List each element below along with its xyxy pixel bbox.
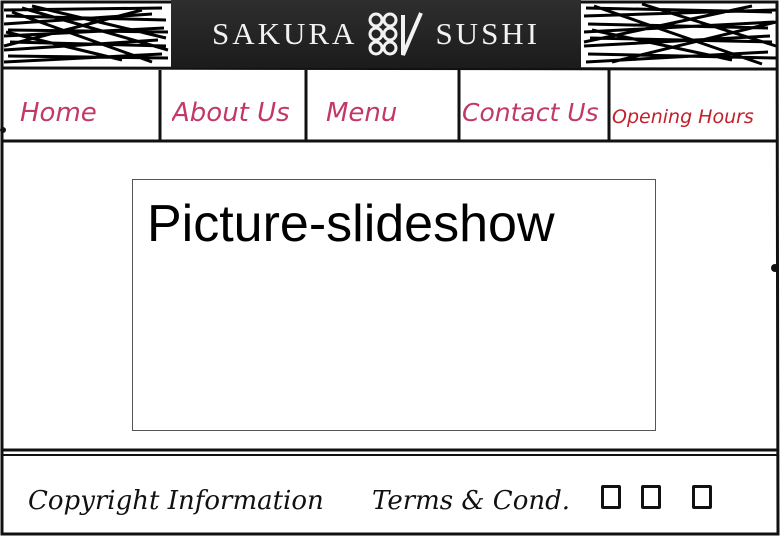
terms-link[interactable]: Terms & Cond. (372, 486, 570, 516)
logo-text-right: SUSHI (435, 16, 541, 51)
social-icon[interactable] (601, 485, 621, 509)
nav-home[interactable]: Home (20, 70, 156, 142)
nav-opening-hours[interactable]: Opening Hours (612, 70, 778, 142)
sakura-logo-icon (368, 12, 424, 56)
nav-contact-us[interactable]: Contact Us (462, 70, 608, 142)
scribble-left-icon (3, 4, 169, 64)
social-icon[interactable] (692, 485, 712, 509)
nav-about-us[interactable]: About Us (172, 70, 304, 142)
scribble-right-icon (583, 2, 777, 66)
social-icon[interactable] (641, 485, 661, 509)
site-header: SAKURA SUSHI (0, 0, 780, 70)
main-navigation: Home About Us Menu Contact Us Opening Ho… (0, 70, 780, 142)
logo-text-left: SAKURA (211, 16, 358, 51)
nav-menu[interactable]: Menu (326, 70, 456, 142)
site-logo[interactable]: SAKURA SUSHI (171, 0, 581, 68)
slideshow-label: Picture-slideshow (147, 195, 555, 253)
picture-slideshow[interactable]: Picture-slideshow (132, 179, 656, 431)
copyright-text: Copyright Information (28, 486, 324, 516)
site-footer: Copyright Information Terms & Cond. (0, 452, 780, 536)
wireframe-page: SAKURA SUSHI Home About Us Menu Contact … (0, 0, 780, 536)
